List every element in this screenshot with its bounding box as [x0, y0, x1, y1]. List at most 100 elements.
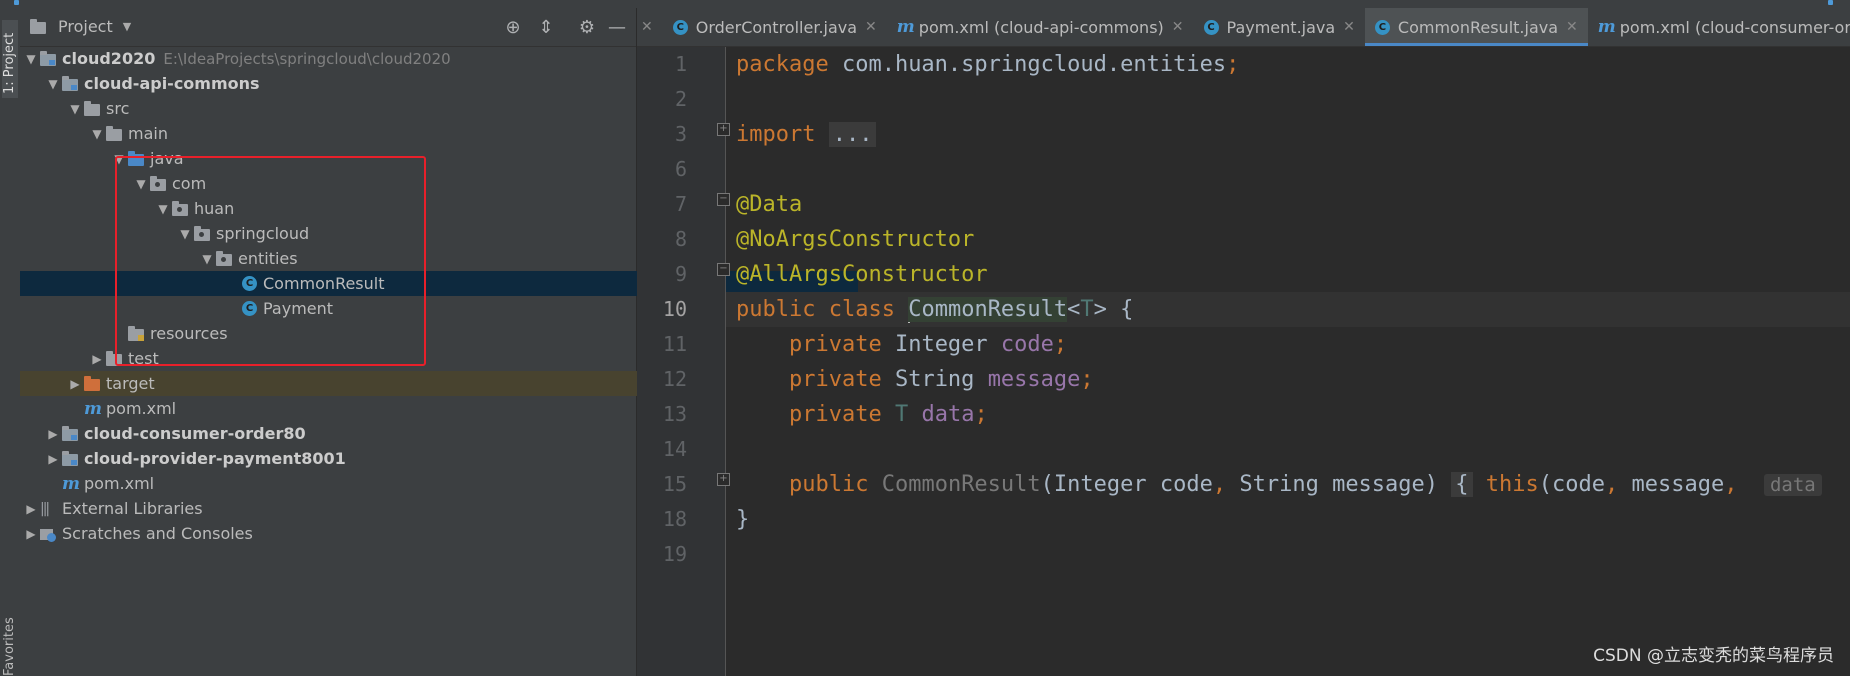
tree-item-scratches[interactable]: ▶ Scratches and Consoles [20, 521, 638, 546]
tree-item-target[interactable]: ▶ target [20, 371, 682, 396]
project-tool-button[interactable]: 1: Project [2, 20, 18, 98]
field-name: code [1000, 332, 1054, 357]
gear-icon[interactable]: ⚙ [576, 17, 598, 38]
fold-expand-icon[interactable]: + [717, 473, 730, 486]
keyword: import [736, 122, 816, 147]
tab-payment[interactable]: C Payment.java ✕ [1194, 8, 1365, 46]
constructor-params: (Integer code [1040, 472, 1213, 497]
tree-item-label: resources [150, 324, 228, 343]
parameter-hint: data [1763, 474, 1822, 496]
tree-item-cloud-provider-payment8001[interactable]: ▶ cloud-provider-payment8001 [20, 446, 660, 471]
close-icon[interactable]: ✕ [1343, 19, 1355, 35]
tree-item-root-pom-xml[interactable]: m pom.xml [20, 471, 660, 496]
tree-item-label: entities [238, 249, 298, 268]
collapse-arrow-icon[interactable]: ▶ [44, 452, 62, 466]
annotation: @Data [736, 192, 803, 217]
code-line-11: private Integer code; [736, 327, 1850, 362]
keyword: package [736, 52, 829, 77]
close-icon[interactable]: ✕ [1566, 19, 1578, 35]
expand-arrow-icon[interactable]: ▼ [154, 202, 172, 216]
collapse-arrow-icon[interactable]: ▶ [88, 352, 106, 366]
collapse-arrow-icon[interactable]: ▶ [22, 527, 40, 541]
maven-icon: m [84, 398, 102, 419]
semicolon: ; [1053, 332, 1068, 357]
folder-icon [106, 350, 122, 366]
close-icon[interactable]: ✕ [865, 19, 877, 35]
tree-item-label: springcloud [216, 224, 310, 243]
folder-icon [84, 100, 100, 116]
keyword: public [788, 472, 869, 497]
expand-arrow-icon[interactable]: ▼ [22, 52, 40, 66]
collapse-all-icon[interactable]: ⇕ [535, 17, 557, 38]
expand-arrow-icon[interactable]: ▼ [66, 102, 84, 116]
hide-panel-icon[interactable]: — [606, 17, 628, 38]
tab-ordercontroller[interactable]: C OrderController.java ✕ [663, 8, 887, 46]
project-view-selector[interactable]: Project ▼ [30, 17, 131, 36]
favorites-tool-button[interactable]: Favorites [2, 617, 18, 676]
editor-tab-bar: ✕ C OrderController.java ✕ m pom.xml (cl… [637, 8, 1850, 47]
expand-arrow-icon[interactable]: ▼ [176, 227, 194, 241]
tree-item-external-libraries[interactable]: ▶ ||| External Libraries [20, 496, 638, 521]
source-folder-icon [128, 150, 144, 166]
current-line-number: 10 [662, 297, 687, 321]
module-folder-icon [62, 450, 78, 466]
class-icon: C [672, 19, 688, 35]
tree-item-java[interactable]: ▼ java [20, 146, 726, 171]
line-number: 3 [674, 122, 687, 146]
semicolon: ; [974, 402, 988, 427]
tree-item-main[interactable]: ▼ main [20, 121, 704, 146]
expand-arrow-icon[interactable]: ▼ [198, 252, 216, 266]
semicolon: ; [1080, 367, 1094, 392]
tab-pom-api-commons[interactable]: m pom.xml (cloud-api-commons) ✕ [887, 8, 1194, 46]
tab-label: OrderController.java [695, 17, 858, 37]
expand-arrow-icon[interactable]: ▼ [110, 152, 128, 166]
close-icon[interactable]: ✕ [637, 19, 663, 35]
tree-item-pom-xml[interactable]: m pom.xml [20, 396, 682, 421]
tree-item-label: Payment [263, 299, 334, 318]
line-number: 7 [674, 192, 687, 216]
tree-item-src[interactable]: ▼ src [20, 96, 682, 121]
package-icon [150, 175, 166, 191]
collapse-arrow-icon[interactable]: ▶ [22, 502, 40, 516]
expand-arrow-icon[interactable]: ▼ [44, 77, 62, 91]
tree-item-cloud-api-commons[interactable]: ▼ cloud-api-commons [20, 71, 660, 96]
tree-item-label: cloud2020 [62, 49, 156, 68]
tab-pom-consumer-order80[interactable]: m pom.xml (cloud-consumer-order80) [1588, 8, 1850, 46]
fold-collapse-icon[interactable]: − [717, 263, 730, 276]
line-number: 18 [662, 507, 687, 531]
tree-item-resources[interactable]: resources [20, 321, 726, 346]
collapse-arrow-icon[interactable]: ▶ [44, 427, 62, 441]
folded-imports[interactable]: ... [828, 122, 877, 147]
line-number: 19 [662, 542, 687, 566]
expand-arrow-icon[interactable]: ▼ [132, 177, 150, 191]
project-path: E:\IdeaProjects\springcloud\cloud2020 [163, 49, 451, 68]
line-number: 9 [674, 262, 687, 286]
watermark: CSDN @立志变秃的菜鸟程序员 [1593, 646, 1834, 666]
tree-item-test[interactable]: ▶ test [20, 346, 704, 371]
close-icon[interactable]: ✕ [1172, 19, 1184, 35]
tree-item-label: cloud-provider-payment8001 [84, 449, 346, 468]
locate-icon[interactable]: ⊕ [502, 17, 524, 38]
fold-expand-icon[interactable]: + [717, 123, 730, 136]
excluded-folder-icon [84, 375, 100, 391]
collapse-arrow-icon[interactable]: ▶ [66, 377, 84, 391]
tree-item-label: src [106, 99, 130, 118]
type-name: Integer [894, 332, 988, 357]
tree-item-label: CommonResult [263, 274, 385, 293]
package-icon [194, 225, 210, 241]
class-icon: C [242, 276, 257, 291]
package-icon [172, 200, 188, 216]
tree-item-label: pom.xml [84, 474, 155, 493]
tree-item-label: java [150, 149, 184, 168]
fold-collapse-icon[interactable]: − [717, 193, 730, 206]
tab-commonresult[interactable]: C CommonResult.java ✕ [1364, 8, 1588, 46]
line-number: 14 [662, 437, 687, 461]
maven-icon: m [62, 473, 80, 494]
folded-body[interactable]: { [1451, 472, 1473, 497]
tree-item-cloud-consumer-order80[interactable]: ▶ cloud-consumer-order80 [20, 421, 660, 446]
folder-icon [106, 125, 122, 141]
keyword: this [1485, 472, 1539, 497]
expand-arrow-icon[interactable]: ▼ [88, 127, 106, 141]
class-icon: C [1203, 19, 1219, 35]
tree-item-cloud2020[interactable]: ▼ cloud2020 E:\IdeaProjects\springcloud\… [20, 46, 638, 71]
